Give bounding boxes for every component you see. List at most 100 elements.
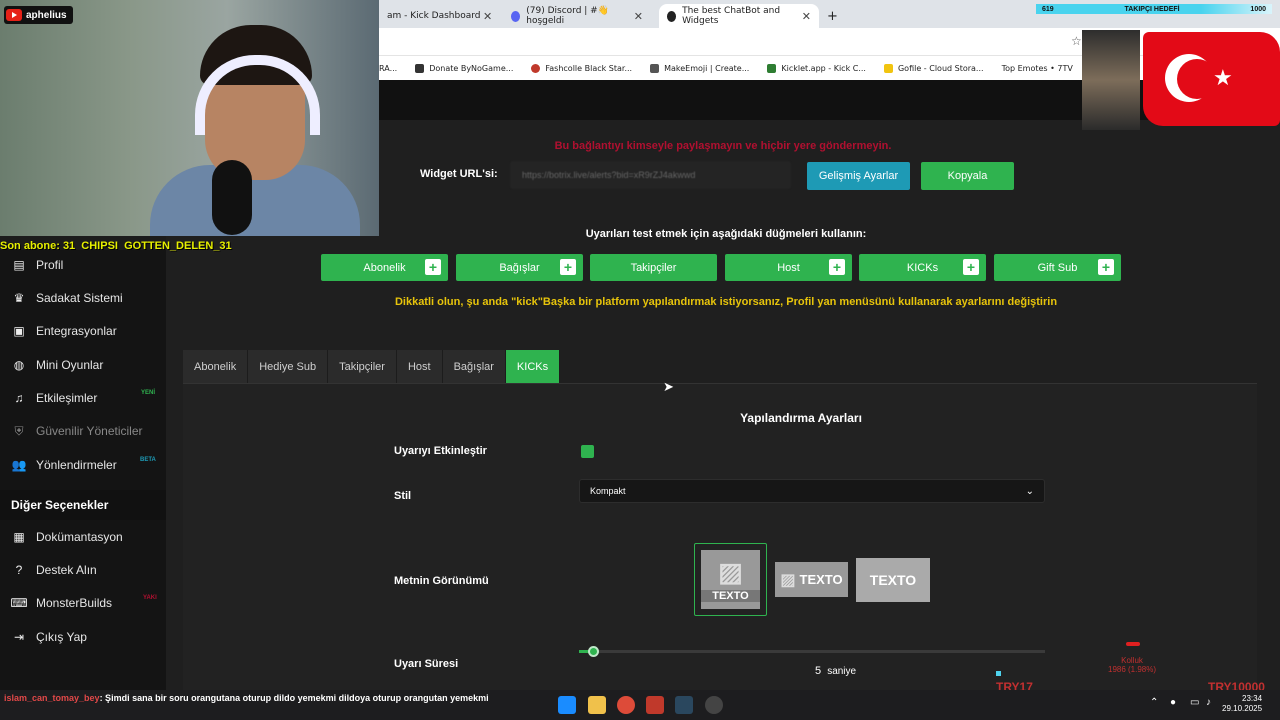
mic-icon[interactable]: ● xyxy=(1170,697,1176,708)
discord-icon xyxy=(511,10,521,22)
system-clock[interactable]: 23:34 29.10.2025 xyxy=(1222,694,1262,714)
fashcolle-icon xyxy=(531,63,541,73)
chat-message: : Şimdi sana bir soru orangutana oturup … xyxy=(99,693,489,703)
goal-current: 619 xyxy=(1042,5,1054,13)
logout-icon: ⇥ xyxy=(13,630,25,644)
trophy-icon: ♛ xyxy=(13,291,25,305)
widget-url-field[interactable]: https://botrix.live/alerts?bid=xR9rZJ4ak… xyxy=(510,161,791,189)
tab-host[interactable]: Host xyxy=(396,350,443,383)
style-select-value: Kompakt xyxy=(590,486,626,496)
sidebar-item-label: Etkileşimler xyxy=(36,391,98,405)
widget-url-label: Widget URL'si: xyxy=(420,168,498,180)
kicklet-icon xyxy=(767,63,777,73)
test-followers-button[interactable]: Takipçiler xyxy=(590,254,717,281)
tab-hediye-sub[interactable]: Hediye Sub xyxy=(248,350,329,383)
bookmark-item[interactable]: RA... xyxy=(379,64,397,73)
obs-icon[interactable] xyxy=(705,696,723,714)
test-kicks-button[interactable]: KICKs + xyxy=(859,254,986,281)
browser-tab-botrix[interactable]: The best ChatBot and Widgets ✕ xyxy=(659,4,819,28)
tab-title: am - Kick Dashboard xyxy=(387,11,481,21)
sidebar-item-label: Dokümantasyon xyxy=(36,530,123,544)
volume-icon[interactable]: ♪ xyxy=(1206,697,1211,708)
sidebar-item-yonlendirmeler[interactable]: 👥 Yönlendirmeler xyxy=(12,458,117,472)
browser-tab-kick[interactable]: am - Kick Dashboard ✕ xyxy=(379,4,499,28)
plus-icon: + xyxy=(963,259,979,275)
donation-latest: Kolluk 1986 (1.98%) xyxy=(1108,656,1157,674)
sidebar-item-guvenilir[interactable]: ⛨ Güvenilir Yöneticiler xyxy=(12,424,142,439)
follower-goal-bar: 619 TAKIPÇI HEDEFİ 1000 xyxy=(1036,4,1272,14)
bookmark-item[interactable]: Fashcolle Black Star... xyxy=(531,63,632,73)
botrix-icon xyxy=(667,10,677,22)
enable-label: Uyarıyı Etkinleştir xyxy=(394,445,487,457)
file-explorer-icon[interactable] xyxy=(588,696,606,714)
duration-readout: 5 saniye xyxy=(815,665,856,677)
tab-bagislar[interactable]: Bağışlar xyxy=(442,350,506,383)
chevron-up-icon[interactable]: ⌃ xyxy=(1150,697,1158,708)
sidebar-item-entegrasyonlar[interactable]: ▣ Entegrasyonlar xyxy=(12,324,117,338)
advanced-settings-button[interactable]: Gelişmiş Ayarlar xyxy=(807,162,910,190)
bookmark-item[interactable]: Kicklet.app - Kick C... xyxy=(767,63,866,73)
new-badge: YENİ xyxy=(141,390,156,396)
bookmark-item[interactable]: Gofile - Cloud Stora... xyxy=(883,63,984,73)
microphone xyxy=(212,160,252,235)
sidebar-item-sadakat[interactable]: ♛ Sadakat Sistemi xyxy=(12,291,123,305)
tab-abonelik[interactable]: Abonelik xyxy=(183,350,249,383)
text-option-inline[interactable]: ▨ TEXTO xyxy=(775,562,848,597)
bookmark-item[interactable]: Donate ByNoGame... xyxy=(415,63,513,73)
goal-target: 1000 xyxy=(1250,5,1266,13)
windows-start-icon[interactable] xyxy=(558,696,576,714)
text-view-label: Metnin Görünümü xyxy=(394,575,489,587)
sidebar-item-etkilesimler[interactable]: ♫ Etkileşimler xyxy=(12,391,98,405)
image-icon: ▨ xyxy=(780,571,796,589)
plus-icon: + xyxy=(560,259,576,275)
test-subscription-button[interactable]: Abonelik + xyxy=(321,254,448,281)
enable-checkbox[interactable] xyxy=(581,445,594,458)
laptop-icon: ⌨ xyxy=(10,596,28,610)
id-card-icon: ▤ xyxy=(13,258,25,272)
tab-kicks[interactable]: KICKs xyxy=(505,350,561,383)
steam-icon[interactable] xyxy=(675,696,693,714)
makeemoji-icon xyxy=(650,63,660,73)
sidebar-item-mini-oyunlar[interactable]: ◍ Mini Oyunlar xyxy=(12,358,104,372)
copy-button[interactable]: Kopyala xyxy=(921,162,1014,190)
close-icon[interactable]: ✕ xyxy=(634,10,643,23)
tab-takipciler[interactable]: Takipçiler xyxy=(328,350,397,383)
sidebar-item-monsterbuilds[interactable]: ⌨ MonsterBuilds xyxy=(10,596,112,610)
sidebar-item-cikis[interactable]: ⇥ Çıkış Yap xyxy=(12,630,87,644)
close-icon[interactable]: ✕ xyxy=(802,10,811,23)
test-donations-button[interactable]: Bağışlar + xyxy=(456,254,583,281)
sidebar-item-destek[interactable]: ? Destek Alın xyxy=(12,563,97,577)
network-icon[interactable]: ▭ xyxy=(1190,697,1199,708)
channel-badge: aphelius xyxy=(4,6,73,24)
app-icon[interactable] xyxy=(646,696,664,714)
document-icon: ▦ xyxy=(13,530,25,544)
turkish-flag-overlay: ★ xyxy=(1143,32,1280,126)
sidebar-item-label: Çıkış Yap xyxy=(36,630,87,644)
close-icon[interactable]: ✕ xyxy=(483,10,492,23)
new-tab-button[interactable]: + xyxy=(819,4,846,28)
sidebar-item-dokumantasyon[interactable]: ▦ Dokümantasyon xyxy=(12,530,123,544)
section-title: Diğer Seçenekler xyxy=(11,498,109,512)
duration-slider-handle[interactable] xyxy=(588,646,599,657)
bookmark-item[interactable]: Top Emotes • 7TV xyxy=(1002,64,1073,73)
alert-tabs: Abonelik Hediye Sub Takipçiler Host Bağı… xyxy=(183,350,561,383)
duration-slider-track[interactable] xyxy=(579,650,1045,653)
star-icon[interactable]: ☆ xyxy=(1071,34,1082,48)
test-gift-sub-button[interactable]: Gift Sub + xyxy=(994,254,1121,281)
chrome-icon[interactable] xyxy=(617,696,635,714)
style-select[interactable]: Kompakt ⌄ xyxy=(579,479,1045,503)
sidebar-item-profil[interactable]: ▤ Profil xyxy=(12,258,63,272)
platform-warning: Dikkatli olun, şu anda "kick"Başka bir p… xyxy=(394,296,1058,308)
plus-icon: + xyxy=(1098,259,1114,275)
text-option-selected-frame[interactable]: ▨ TEXTO xyxy=(694,543,767,616)
text-option-overlay[interactable]: TEXTO xyxy=(856,558,930,602)
webcam-overlay xyxy=(0,0,379,236)
test-host-button[interactable]: Host + xyxy=(725,254,852,281)
sidebar-item-label: Destek Alın xyxy=(36,563,97,577)
plus-icon: + xyxy=(425,259,441,275)
bookmark-item[interactable]: MakeEmoji | Create... xyxy=(650,63,749,73)
sidebar-item-label: Entegrasyonlar xyxy=(36,324,117,338)
duration-label: Uyarı Süresi xyxy=(394,658,459,670)
browser-tab-discord[interactable]: (79) Discord | #👋hoşgeldi ✕ xyxy=(503,4,651,28)
chat-overlay: islam_can_tomay_bey: Şimdi sana bir soru… xyxy=(4,692,489,704)
